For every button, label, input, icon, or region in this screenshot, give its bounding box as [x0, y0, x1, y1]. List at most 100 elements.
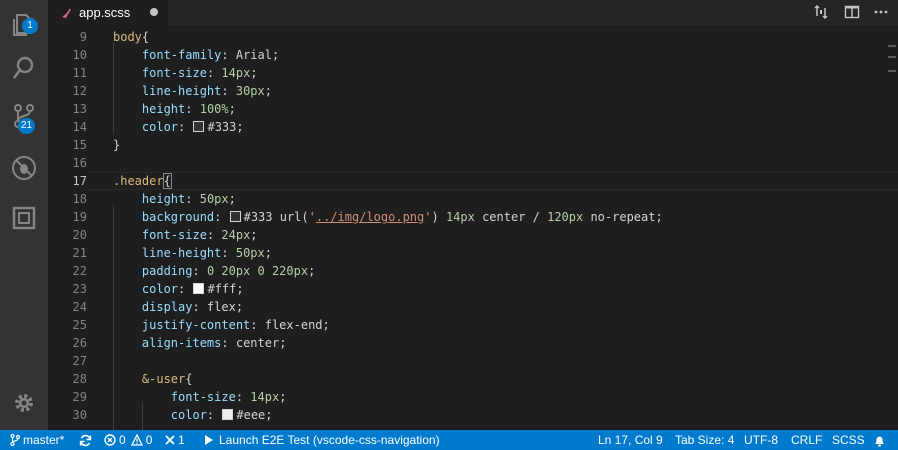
code-line[interactable]: 16	[48, 154, 898, 172]
split-editor-button[interactable]	[842, 2, 862, 22]
color-swatch[interactable]	[222, 409, 234, 420]
manage-button[interactable]	[0, 379, 48, 427]
line-number: 18	[72, 192, 87, 206]
explorer-button[interactable]: 1	[0, 0, 48, 48]
notifications-button[interactable]	[873, 430, 886, 450]
more-actions-button[interactable]	[871, 2, 891, 22]
tasks-status[interactable]: 1	[165, 430, 185, 450]
code-text: font-size: 14px;	[113, 64, 258, 82]
code-token: #333 url(	[243, 210, 309, 224]
problems-status[interactable]: 0 0	[104, 430, 152, 450]
line-ending[interactable]: CRLF	[791, 430, 822, 450]
code-text: height: 100%;	[113, 100, 236, 118]
code-token: 24px	[221, 228, 251, 242]
code-line[interactable]: 24 display: flex;	[48, 298, 898, 316]
code-line[interactable]: 14 color: #333;	[48, 118, 898, 136]
error-icon	[104, 434, 116, 446]
code-token: background	[141, 210, 215, 224]
code-line[interactable]: 9 body{	[48, 28, 898, 46]
debug-icon	[12, 156, 36, 180]
line-number: 20	[72, 228, 87, 242]
code-token: 0 20px 0 220px	[206, 264, 309, 278]
encoding[interactable]: UTF-8	[744, 430, 778, 450]
branch-name: master*	[23, 433, 65, 447]
line-number: 24	[72, 300, 87, 314]
code-editor[interactable]: 9 body{10 font-family: Arial; 11 font-size…	[48, 25, 898, 430]
code-token: color	[141, 282, 179, 296]
color-swatch[interactable]	[229, 211, 241, 222]
code-token: line-height	[141, 246, 222, 260]
code-token: :	[221, 84, 236, 98]
warning-icon	[130, 434, 143, 446]
code-line[interactable]: 28 &-user{	[48, 370, 898, 388]
code-line[interactable]: 10 font-family: Arial;	[48, 46, 898, 64]
status-bar: master* 0 0 1 Launch E2E Test (vscode-cs…	[0, 430, 898, 450]
code-line[interactable]: 15}	[48, 136, 898, 154]
line-number: 16	[72, 156, 87, 170]
language-mode[interactable]: SCSS	[832, 430, 865, 450]
code-line[interactable]: 27	[48, 352, 898, 370]
color-swatch[interactable]	[193, 121, 205, 132]
code-token: {	[162, 173, 172, 189]
unsaved-dot-icon[interactable]	[150, 8, 158, 16]
line-number: 15	[72, 138, 87, 152]
code-line[interactable]: 26 align-items: center;	[48, 334, 898, 352]
search-button[interactable]	[0, 44, 48, 92]
code-text: font-family: Arial;	[113, 46, 279, 64]
code-token: .header	[113, 174, 164, 188]
sync-button[interactable]	[79, 430, 92, 450]
code-text: &-user{	[113, 370, 193, 388]
code-token: :	[206, 408, 222, 422]
code-line[interactable]: 21 line-height: 50px;	[48, 244, 898, 262]
debug-button[interactable]	[0, 144, 48, 192]
code-token: 100%	[199, 102, 229, 116]
code-token: #eee;	[236, 408, 273, 422]
code-line[interactable]: 11 font-size: 14px;	[48, 64, 898, 82]
code-line[interactable]: 23 color: #fff;	[48, 280, 898, 298]
code-line[interactable]: 29 font-size: 14px;	[48, 388, 898, 406]
code-token: 50px	[235, 246, 265, 260]
color-swatch[interactable]	[193, 283, 205, 294]
code-line[interactable]: 25 justify-content: flex-end;	[48, 316, 898, 334]
code-line[interactable]: 18 height: 50px;	[48, 190, 898, 208]
open-changes-button[interactable]	[811, 2, 831, 22]
code-token: #fff;	[207, 282, 244, 296]
code-line[interactable]: 22 padding: 0 20px 0 220px;	[48, 262, 898, 280]
open-changes-icon	[814, 4, 828, 20]
code-line[interactable]: 12 line-height: 30px;	[48, 82, 898, 100]
code-text: background: #333 url('../img/logo.png') …	[113, 208, 663, 226]
code-token: center /	[474, 210, 548, 224]
tab-size[interactable]: Tab Size: 4	[675, 430, 734, 450]
source-control-button[interactable]: 21	[0, 92, 48, 140]
code-text: font-size: 14px;	[113, 388, 287, 406]
code-line[interactable]: 17 .header{	[48, 172, 898, 190]
code-line[interactable]: 30 color: #eee;	[48, 406, 898, 424]
code-text: color: #fff;	[113, 280, 244, 298]
line-number: 28	[72, 372, 87, 386]
extensions-button[interactable]	[0, 194, 48, 242]
line-number: 10	[72, 48, 87, 62]
url-link[interactable]: ../img/logo.png	[316, 210, 424, 224]
branch-status[interactable]: master*	[10, 430, 64, 450]
launch-config-button[interactable]: Launch E2E Test (vscode-css-navigation)	[204, 430, 440, 450]
tab-app-scss[interactable]: app.scss	[48, 0, 168, 25]
line-number: 22	[72, 264, 87, 278]
code-token: 30px	[235, 84, 265, 98]
code-text: display: flex;	[113, 298, 243, 316]
code-text: justify-content: flex-end;	[113, 316, 330, 334]
code-token: :	[178, 282, 193, 296]
code-text: color: #333;	[113, 118, 244, 136]
code-line[interactable]: 19 background: #333 url('../img/logo.png…	[48, 208, 898, 226]
split-editor-icon	[844, 5, 860, 19]
cursor-position[interactable]: Ln 17, Col 9	[598, 430, 663, 450]
code-line[interactable]: 20 font-size: 24px;	[48, 226, 898, 244]
code-line[interactable]: 13 height: 100%;	[48, 100, 898, 118]
code-token: {	[141, 30, 150, 44]
code-token: &-user	[141, 372, 186, 386]
line-number: 29	[72, 390, 87, 404]
